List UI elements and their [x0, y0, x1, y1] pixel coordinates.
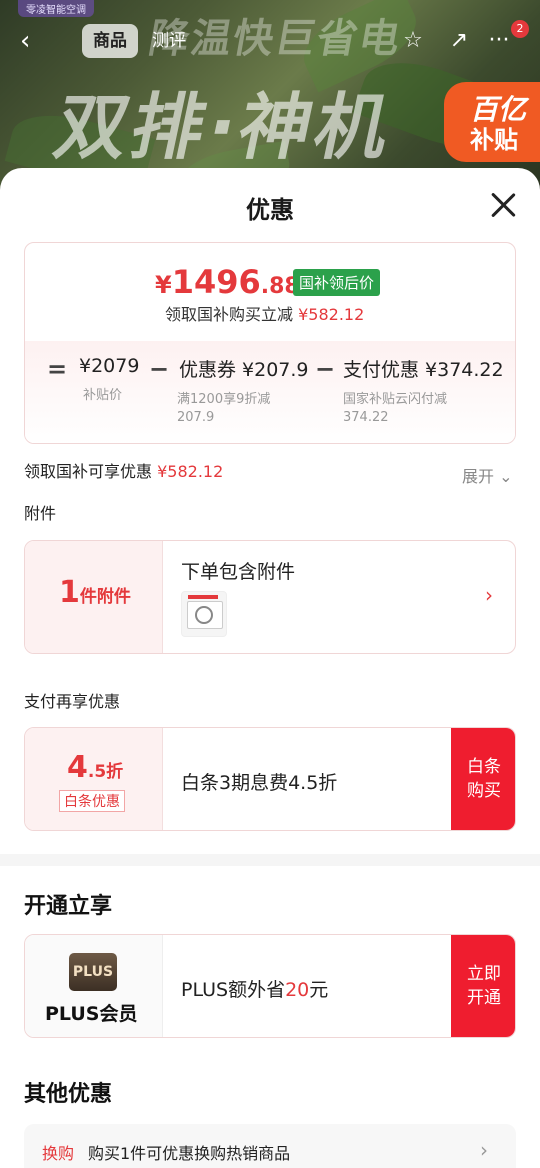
- star-icon[interactable]: ☆: [398, 26, 428, 56]
- subsidy-badge: 百亿 补贴: [444, 82, 540, 162]
- baitiao-discount-number: 4: [67, 750, 88, 785]
- plus-logo: PLUS: [69, 953, 117, 991]
- accessory-title: 下单包含附件: [181, 561, 296, 583]
- sheet-title: 优惠: [246, 196, 294, 224]
- plus-name: PLUS会员: [45, 1003, 138, 1025]
- baitiao-tag: 白条优惠: [59, 790, 125, 812]
- currency-symbol: ¥: [155, 271, 172, 299]
- trade-in-card[interactable]: 换购 购买1件可优惠换购热销商品 ›: [24, 1124, 516, 1168]
- close-icon[interactable]: [486, 188, 520, 222]
- subsidy-summary-amount: ¥582.12: [157, 462, 224, 481]
- baitiao-discount-panel: 4.5折 白条优惠: [25, 728, 163, 830]
- fan-icon: [195, 606, 213, 624]
- price-tag: 国补领后价: [293, 269, 381, 296]
- baitiao-discount-unit: .5折: [87, 762, 124, 782]
- plus-panel: PLUS PLUS会员: [25, 935, 163, 1037]
- payment-discount-value: 支付优惠 ¥374.22: [343, 359, 504, 381]
- plus-card: PLUS PLUS会员 PLUS额外省20元 立即开通: [24, 934, 516, 1038]
- accessory-count: 1件附件: [59, 575, 131, 610]
- chevron-right-icon: ›: [485, 583, 493, 607]
- coupon-value: 优惠券 ¥207.9: [179, 359, 309, 381]
- chevron-right-icon: ›: [480, 1138, 488, 1162]
- share-icon[interactable]: ↗: [444, 26, 474, 56]
- outdoor-unit-thumbnail: [181, 591, 227, 637]
- base-price: ¥2079: [79, 355, 140, 377]
- price-integer: 1496: [171, 263, 261, 301]
- outdoor-unit-label: [188, 595, 218, 599]
- subsidy-summary-label: 领取国补可享优惠: [24, 462, 153, 481]
- baitiao-buy-button[interactable]: 白条购买: [451, 728, 515, 830]
- coupon-note: 满1200享9折减 207.9: [177, 391, 270, 427]
- plus-benefit-prefix: PLUS额外省: [181, 979, 286, 1001]
- plus-open-button[interactable]: 立即开通: [451, 935, 515, 1037]
- expand-toggle[interactable]: 展开 ⌄: [462, 463, 513, 487]
- trade-in-text: 购买1件可优惠换购热销商品: [88, 1144, 291, 1163]
- baitiao-text: 白条3期息费4.5折: [181, 772, 338, 794]
- price-subtext: 领取国补购买立减 ¥582.12: [165, 301, 364, 325]
- banner-tag: 零凌智能空调: [18, 0, 94, 17]
- accessory-count-panel: 1件附件: [25, 541, 163, 653]
- subsidy-summary: 领取国补可享优惠 ¥582.12: [24, 458, 223, 482]
- plus-benefit-amount: 20: [285, 979, 310, 1001]
- more-icon[interactable]: ···: [484, 26, 514, 56]
- banner-headline-main: 双排·神机: [47, 85, 401, 169]
- price-subtext-amount: ¥582.12: [298, 305, 365, 324]
- payment-discount-note: 国家补贴云闪付减 374.22: [343, 391, 447, 427]
- trade-in-tag: 换购: [42, 1144, 75, 1163]
- base-price-note: 补贴价: [83, 388, 123, 403]
- accessory-section-label: 附件: [24, 504, 57, 523]
- other-section-header: 其他优惠: [24, 1082, 113, 1107]
- baitiao-discount: 4.5折: [67, 750, 123, 785]
- minus-sign: −: [315, 355, 336, 383]
- minus-sign: −: [149, 355, 170, 383]
- back-icon[interactable]: ‹: [20, 26, 50, 56]
- tab-product[interactable]: 商品: [82, 24, 138, 58]
- tab-review[interactable]: 测评: [152, 24, 186, 58]
- coupon-note-line1: 满1200享9折减: [177, 392, 271, 407]
- subsidy-line2: 补贴: [470, 126, 518, 154]
- payment-section-label: 支付再享优惠: [24, 692, 121, 711]
- accessory-count-unit: 件附件: [79, 587, 131, 607]
- baitiao-card: 4.5折 白条优惠 白条3期息费4.5折 白条购买: [24, 727, 516, 831]
- discount-sheet: 优惠 ¥1496.88 国补领后价 领取国补购买立减 ¥582.12 = ¥20…: [0, 168, 540, 1168]
- open-section-header: 开通立享: [24, 894, 113, 919]
- final-price: ¥1496.88: [155, 263, 300, 301]
- accessory-card[interactable]: 1件附件 下单包含附件 ›: [24, 540, 516, 654]
- section-divider: [0, 854, 540, 866]
- plus-benefit-suffix: 元: [309, 979, 329, 1001]
- equals-sign: =: [47, 355, 68, 383]
- price-subtext-label: 领取国补购买立减: [165, 305, 294, 324]
- coupon-note-line2: 207.9: [177, 410, 215, 425]
- top-nav: ‹ 商品 测评 ☆ ↗ ··· 2: [0, 20, 540, 64]
- price-card: ¥1496.88 国补领后价 领取国补购买立减 ¥582.12 = ¥2079 …: [24, 242, 516, 444]
- plus-benefit-text: PLUS额外省20元: [181, 975, 328, 1002]
- payment-note-line1: 国家补贴云闪付减: [343, 392, 448, 407]
- accessory-count-number: 1: [59, 575, 80, 610]
- payment-note-line2: 374.22: [343, 410, 389, 425]
- message-badge: 2: [511, 20, 529, 38]
